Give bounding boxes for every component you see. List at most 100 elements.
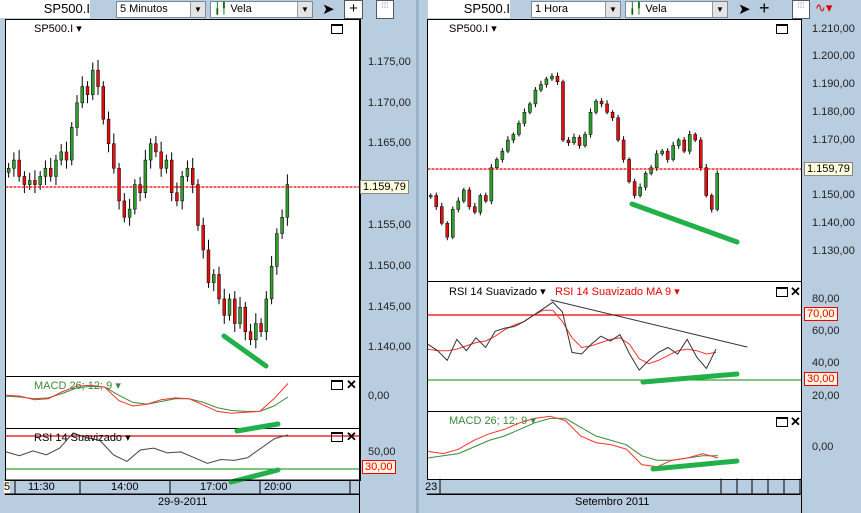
y-tick: 1.140,00 (368, 341, 411, 353)
candle (572, 136, 576, 144)
candle (138, 184, 142, 193)
candle (185, 167, 190, 177)
left-rsi-label[interactable]: RSI 14 Suavizado ▾ (34, 431, 131, 444)
candle (462, 189, 466, 202)
left-chart-label[interactable]: SP500.I ▾ (34, 22, 82, 35)
candle (127, 208, 132, 218)
candle (33, 180, 37, 185)
candle (605, 103, 609, 113)
divergence-line (221, 333, 269, 369)
candle (248, 331, 253, 341)
candle (428, 195, 433, 198)
candle (222, 298, 226, 316)
time-tick: 23 (425, 481, 438, 493)
candle (17, 159, 21, 177)
candle (440, 206, 444, 224)
divergence-line (640, 371, 740, 385)
rsi-level-tag: 30,00 (362, 460, 396, 474)
maximize-icon[interactable] (331, 380, 343, 390)
right-macd-label[interactable]: MACD 26; 12; 9 ▾ (449, 414, 536, 427)
maximize-icon[interactable] (331, 432, 343, 442)
candle (96, 69, 100, 87)
candle (528, 103, 532, 113)
y-tick: 1.145,00 (368, 301, 411, 313)
right-chart-label[interactable]: SP500.I ▾ (449, 22, 497, 35)
candle (610, 112, 615, 119)
candle (599, 100, 604, 105)
candle (594, 100, 598, 113)
candle (676, 139, 681, 146)
y-tick: 20,00 (812, 390, 840, 402)
rsi-level-tag: 70,00 (804, 307, 838, 321)
time-tick: 14:00 (111, 481, 139, 493)
y-tick: 60,00 (812, 325, 840, 337)
price-tag: 1.159,79 (804, 162, 853, 176)
y-tick: 1.130,00 (812, 245, 855, 257)
candle (621, 139, 626, 160)
maximize-icon[interactable] (776, 287, 788, 297)
candle (566, 139, 571, 144)
candle (101, 86, 105, 120)
candle (12, 159, 16, 169)
candle (259, 323, 263, 332)
candle (451, 209, 455, 238)
candle (64, 151, 69, 161)
rsi-ma-line (427, 309, 717, 365)
candle (43, 167, 48, 177)
candle (38, 176, 42, 185)
rsi-trendline (550, 299, 748, 348)
price-tag: 1.159,79 (360, 180, 409, 194)
candle (638, 186, 642, 196)
rsi-label-text: RSI 14 Suavizado (449, 286, 538, 298)
candle (133, 184, 137, 210)
candle (159, 151, 163, 169)
rsi-level-tag: 30,00 (804, 372, 838, 386)
close-icon[interactable]: ✕ (790, 285, 801, 298)
candle (70, 127, 74, 161)
close-icon[interactable]: ✕ (790, 415, 801, 428)
candle (456, 200, 461, 210)
candle (687, 134, 692, 152)
maximize-icon[interactable] (331, 24, 343, 34)
candle (233, 298, 237, 324)
y-tick: 0,00 (368, 390, 390, 402)
candle (238, 306, 242, 324)
candle (191, 167, 195, 185)
candle (500, 150, 505, 160)
candle (106, 118, 111, 144)
candle (112, 143, 116, 169)
candle (627, 159, 631, 182)
y-tick: 1.170,00 (368, 97, 411, 109)
candle (269, 266, 274, 300)
divergence-line (234, 421, 281, 434)
candle (254, 323, 258, 341)
candle (709, 195, 714, 210)
right-rsi-label[interactable]: RSI 14 Suavizado ▾ (449, 285, 546, 298)
candle (143, 159, 148, 193)
candle (577, 136, 582, 146)
candle (169, 159, 174, 193)
macd-label-text: MACD 26; 12; 9 (34, 380, 113, 392)
candle (478, 195, 483, 213)
candle (643, 173, 648, 188)
candle (154, 143, 158, 153)
divergence-line (650, 458, 740, 472)
y-tick: 1.190,00 (812, 78, 855, 90)
y-tick: 1.210,00 (812, 23, 855, 35)
candle (517, 123, 521, 135)
maximize-icon[interactable] (776, 24, 788, 34)
candle (122, 200, 127, 218)
candle (539, 84, 543, 91)
candle (704, 167, 708, 196)
left-macd-label[interactable]: MACD 26; 12; 9 ▾ (34, 379, 121, 392)
rsi-ma-label-text: RSI 14 Suavizado MA 9 (555, 286, 672, 298)
rsi-label-text: RSI 14 Suavizado (34, 432, 123, 444)
candle (467, 189, 472, 207)
maximize-icon[interactable] (776, 417, 788, 427)
close-icon[interactable]: ✕ (346, 378, 357, 391)
close-icon[interactable]: ✕ (346, 430, 357, 443)
candle (175, 192, 179, 202)
candle (588, 112, 593, 135)
right-rsi-ma-label[interactable]: RSI 14 Suavizado MA 9 ▾ (555, 285, 680, 298)
date-label: Setembro 2011 (575, 496, 650, 508)
